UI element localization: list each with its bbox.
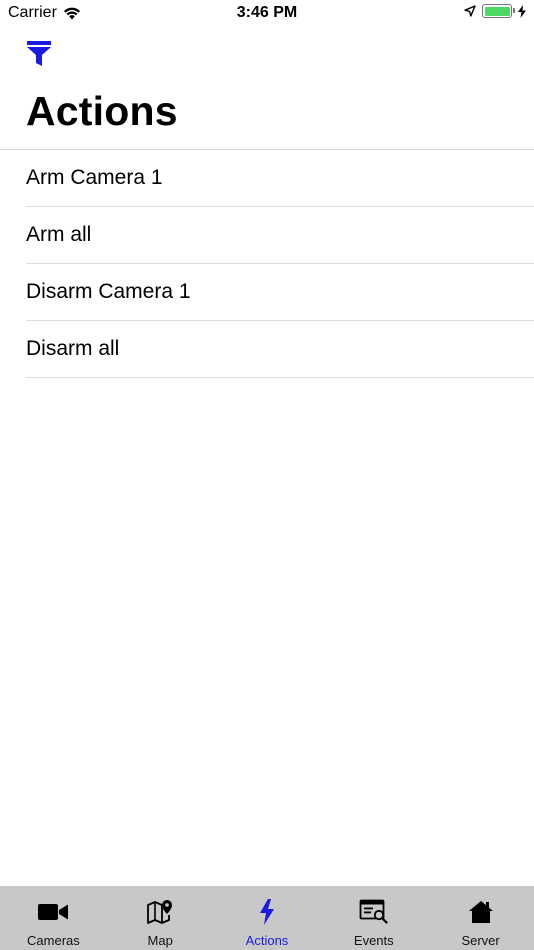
- action-label: Disarm Camera 1: [26, 280, 191, 303]
- page-title: Actions: [26, 88, 178, 134]
- status-bar: Carrier 3:46 PM: [0, 0, 534, 28]
- tab-actions[interactable]: Actions: [214, 886, 321, 950]
- events-search-icon: [358, 898, 390, 926]
- tab-bar: Cameras Map Actions Events Server: [0, 886, 534, 950]
- filter-icon: [27, 41, 51, 66]
- tab-label: Cameras: [27, 933, 80, 948]
- filter-button[interactable]: [26, 40, 54, 68]
- action-label: Arm Camera 1: [26, 166, 163, 189]
- charging-bolt-icon: [518, 4, 526, 18]
- tab-cameras[interactable]: Cameras: [0, 886, 107, 950]
- location-arrow-icon: [464, 5, 476, 17]
- video-camera-icon: [37, 898, 69, 926]
- tab-label: Actions: [245, 933, 289, 948]
- action-label: Disarm all: [26, 337, 120, 360]
- tab-map[interactable]: Map: [107, 886, 214, 950]
- battery-level: [484, 6, 510, 16]
- action-label: Arm all: [26, 223, 92, 246]
- actions-list: Arm Camera 1 Arm all Disarm Camera 1 Dis…: [0, 150, 534, 378]
- clock: 3:46 PM: [236, 4, 298, 21]
- map-pin-icon: [144, 898, 176, 926]
- action-row-arm-camera-1[interactable]: Arm Camera 1: [0, 150, 534, 207]
- tab-server[interactable]: Server: [427, 886, 534, 950]
- tab-label: Server: [461, 933, 500, 948]
- tab-label: Events: [353, 933, 394, 948]
- battery-icon: [482, 4, 515, 18]
- status-indicators: [464, 4, 526, 18]
- tab-events[interactable]: Events: [320, 886, 427, 950]
- house-icon: [465, 898, 497, 926]
- action-row-disarm-all[interactable]: Disarm all: [0, 321, 534, 378]
- tab-label: Map: [147, 933, 173, 948]
- action-row-arm-all[interactable]: Arm all: [0, 207, 534, 264]
- lightning-bolt-icon: [251, 898, 283, 926]
- action-row-disarm-camera-1[interactable]: Disarm Camera 1: [0, 264, 534, 321]
